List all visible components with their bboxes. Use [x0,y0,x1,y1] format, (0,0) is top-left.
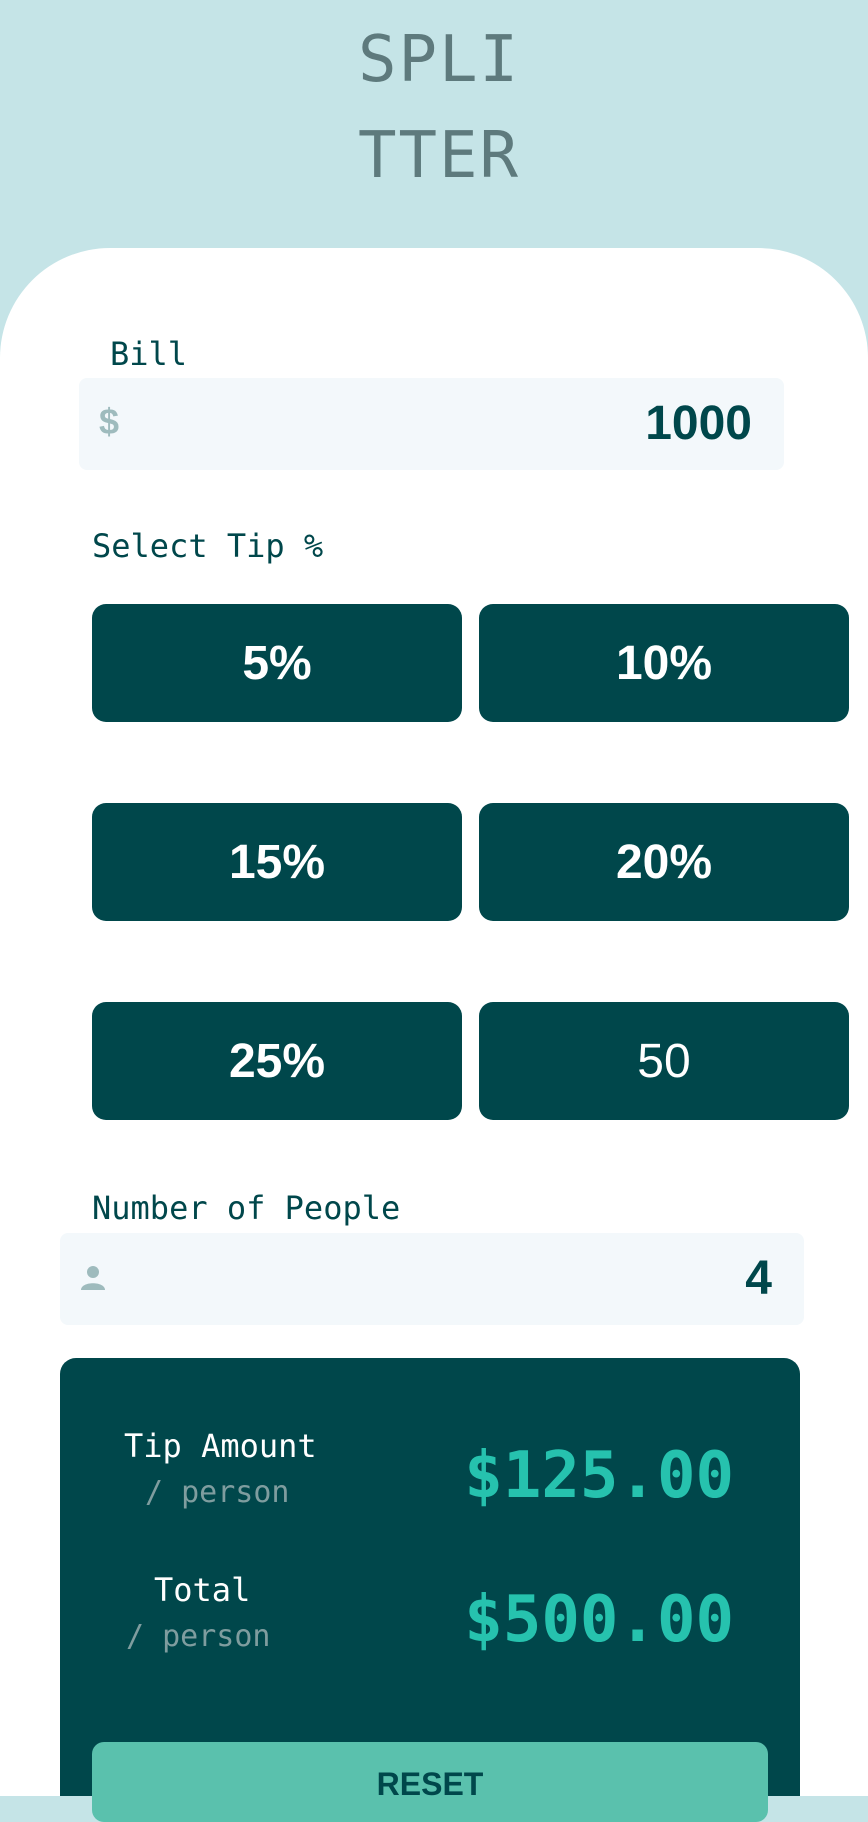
bill-label: Bill [110,335,188,373]
bill-value: 1000 [645,397,752,450]
tip-amount-value: $125.00 [464,1439,734,1513]
bill-input[interactable]: $ 1000 [79,378,784,470]
tip-amount-sub: / person [145,1475,290,1510]
logo-line-1: SPLI [357,23,521,97]
reset-button[interactable]: RESET [92,1742,768,1822]
total-value: $500.00 [464,1583,734,1657]
person-icon [78,1263,108,1293]
results-panel: Tip Amount / person $125.00 Total / pers… [60,1358,800,1822]
people-label: Number of People [92,1189,401,1227]
total-title: Total [154,1571,251,1609]
logo-line-2: TTER [357,119,521,193]
tip-button-10[interactable]: 10% [479,604,849,722]
people-value: 4 [745,1252,772,1305]
people-input[interactable]: 4 [60,1233,804,1325]
tip-button-5[interactable]: 5% [92,604,462,722]
tip-button-25[interactable]: 25% [92,1002,462,1120]
total-sub: / person [126,1619,271,1654]
select-tip-label: Select Tip % [92,527,324,565]
tip-custom-input[interactable]: 50 [479,1002,849,1120]
tip-button-20[interactable]: 20% [479,803,849,921]
tip-button-15[interactable]: 15% [92,803,462,921]
tip-amount-title: Tip Amount [124,1427,317,1465]
dollar-icon: $ [99,401,120,442]
